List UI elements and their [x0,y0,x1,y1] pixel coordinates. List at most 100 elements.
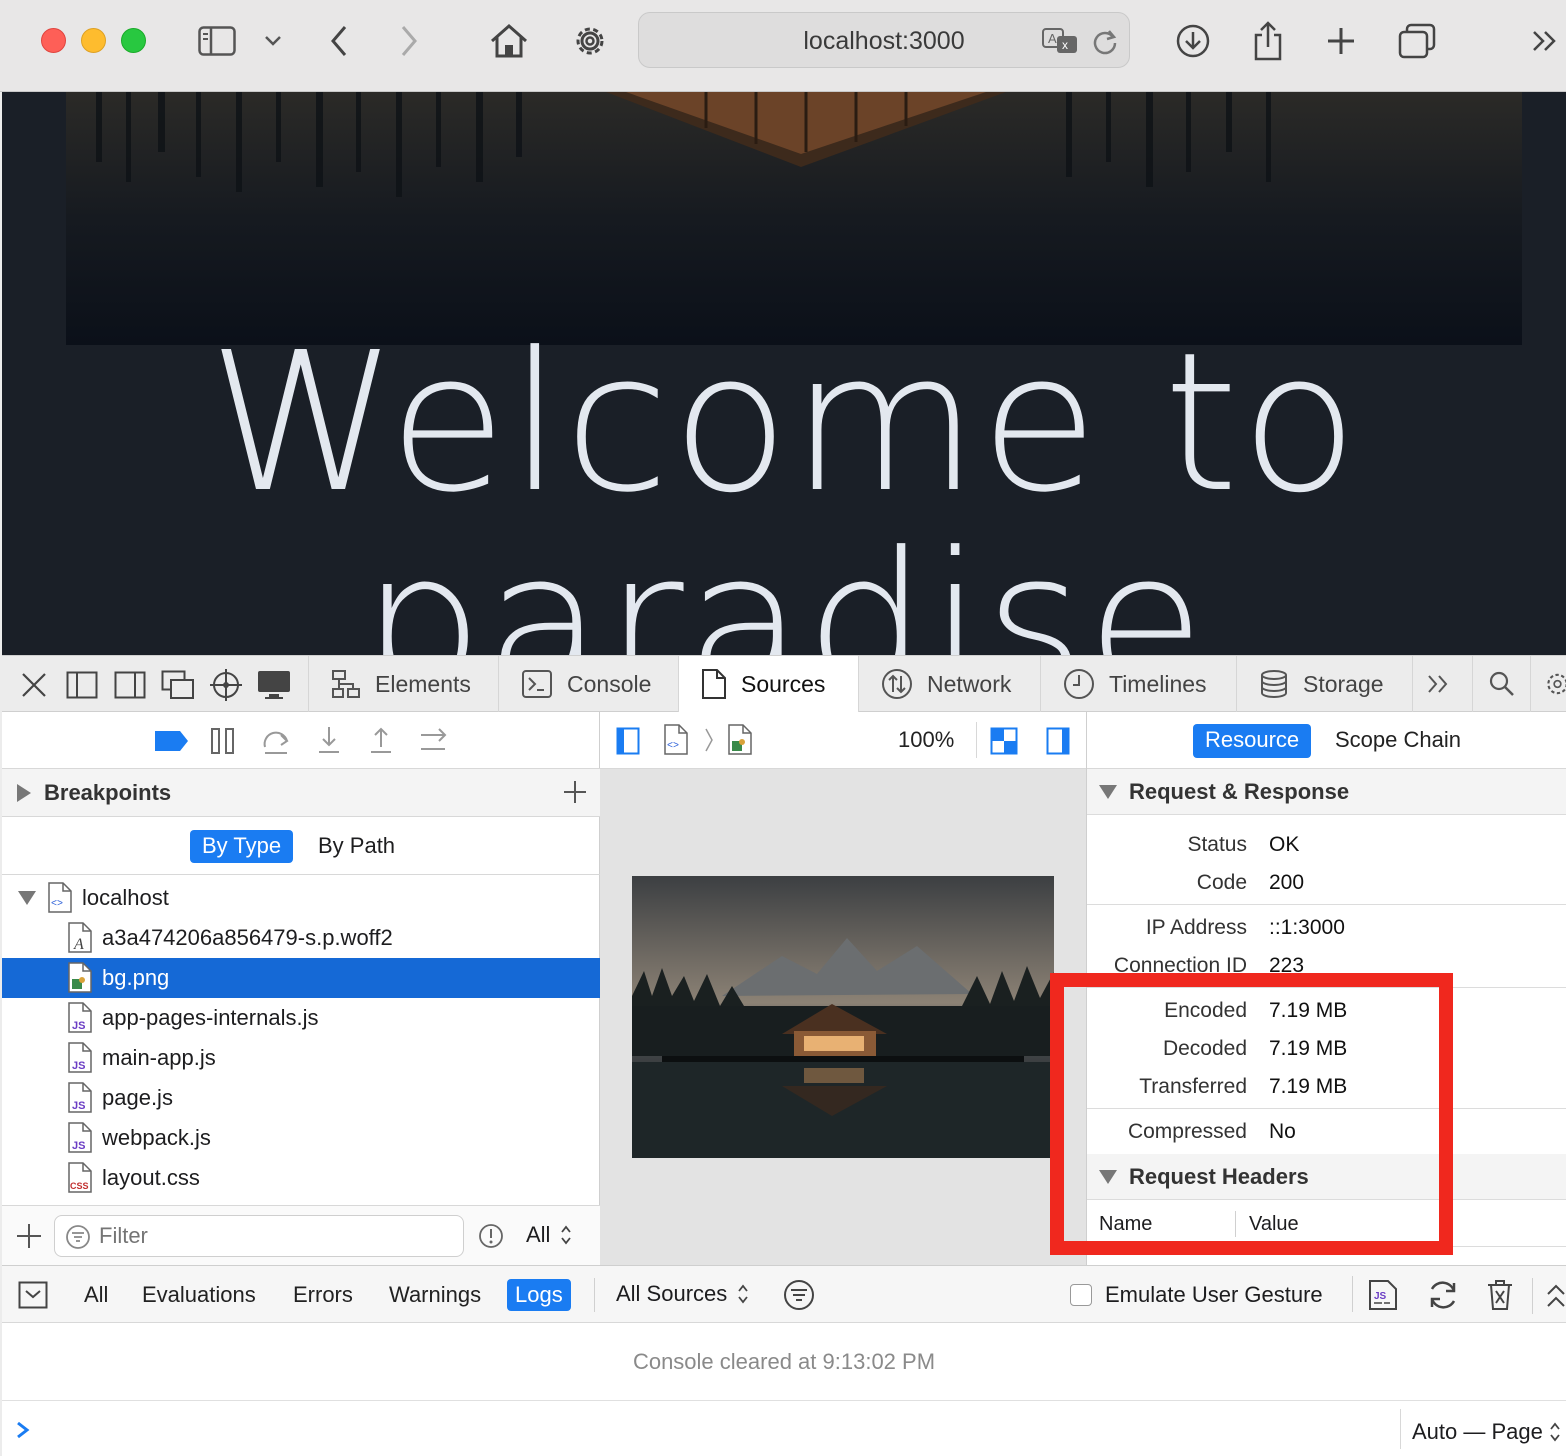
request-response-header[interactable]: Request & Response [1087,769,1566,815]
web-page-viewport: Welcome to paradise [2,92,1566,655]
toggle-sidebar-icon[interactable] [1046,727,1070,755]
svg-text:CSS: CSS [70,1181,89,1191]
close-devtools-icon[interactable] [16,667,52,703]
download-icon[interactable] [1170,18,1216,64]
devtools-settings-button[interactable] [1530,656,1566,712]
status-row: Status OK [1087,826,1566,864]
transparency-grid-icon[interactable] [990,727,1018,755]
tree-root-localhost[interactable]: <> localhost [2,878,600,918]
file-row[interactable]: A a3a474206a856479-s.p.woff2 [2,918,600,958]
filter-errors[interactable]: Errors [285,1279,361,1311]
prompt-chevron-icon [16,1421,30,1439]
breakpoints-section-header[interactable]: Breakpoints [2,769,600,817]
preview-toolbar: <> 100% [600,712,1086,769]
filter-all[interactable]: All [76,1279,116,1311]
emulate-gesture-checkbox[interactable] [1070,1284,1092,1306]
chevron-up-icon[interactable] [1546,1284,1566,1308]
scope-select-value: All [526,1222,551,1247]
svg-text:JS: JS [72,1140,85,1152]
back-icon[interactable] [316,18,362,64]
by-type-button[interactable]: By Type [190,830,294,863]
sources-select[interactable]: All Sources [616,1281,749,1307]
breadcrumb-separator-icon [704,727,714,753]
dock-right-icon[interactable] [112,667,148,703]
file-row[interactable]: JS app-pages-internals.js [2,998,600,1038]
filter-logs[interactable]: Logs [507,1279,571,1311]
close-window-button[interactable] [41,28,66,53]
more-tabs-button[interactable] [1412,656,1472,712]
step-out-icon[interactable] [367,725,395,755]
new-tab-icon[interactable] [1318,18,1364,64]
font-file-icon: A [68,922,92,953]
chevron-down-icon[interactable] [250,18,296,64]
dock-left-icon[interactable] [64,667,100,703]
home-icon[interactable] [486,18,532,64]
filter-input[interactable] [99,1222,449,1250]
chevrons-right-icon [1428,675,1448,693]
file-row[interactable]: JS page.js [2,1078,600,1118]
tab-resource[interactable]: Resource [1193,724,1312,758]
ip-label: IP Address [1145,916,1247,939]
divider [1352,1276,1353,1312]
console-toggle-icon[interactable] [18,1281,48,1309]
translate-icon[interactable]: Ax [1041,27,1079,55]
console-filter-bar: All Evaluations Errors Warnings Logs All… [2,1265,1566,1323]
filter-icon[interactable] [782,1278,816,1312]
tab-scope-chain[interactable]: Scope Chain [1323,724,1473,757]
device-icon[interactable] [256,667,292,703]
refresh-icon[interactable] [1426,1279,1460,1311]
tab-console[interactable]: Console [498,656,678,712]
console-prompt[interactable]: Auto — Page [2,1401,1566,1456]
database-icon [1261,670,1287,698]
share-icon[interactable] [1245,18,1291,64]
file-row-selected[interactable]: bg.png [2,958,600,998]
zoom-window-button[interactable] [121,28,146,53]
tree-root-label: localhost [82,885,169,910]
add-icon[interactable] [16,1223,42,1249]
reload-icon[interactable] [1091,27,1119,55]
sidebar-tabs: Resource Scope Chain [1087,712,1566,769]
minimize-window-button[interactable] [81,28,106,53]
tab-overview-icon[interactable] [1394,18,1440,64]
forward-icon[interactable] [386,18,432,64]
tab-storage-label: Storage [1303,670,1384,697]
step-into-icon[interactable] [315,725,343,755]
filter-evaluations[interactable]: Evaluations [134,1279,264,1311]
file-row[interactable]: JS main-app.js [2,1038,600,1078]
tab-elements[interactable]: Elements [308,656,498,712]
js-file-icon: JS [68,1002,92,1033]
search-button[interactable] [1472,656,1530,712]
detach-window-icon[interactable] [160,667,196,703]
disclosure-right-icon[interactable] [16,784,32,802]
tab-network-label: Network [927,670,1012,697]
execution-context-select[interactable]: Auto — Page [1412,1419,1561,1445]
disclosure-down-icon[interactable] [1099,784,1117,800]
file-row[interactable]: CSS layout.css [2,1158,600,1198]
ip-value: ::1:3000 [1269,916,1345,939]
debugger-toolbar [2,712,600,769]
js-snippet-icon[interactable]: JS [1368,1279,1398,1311]
tab-sources[interactable]: Sources [678,656,858,712]
disclosure-down-icon[interactable] [18,890,36,906]
tab-timelines[interactable]: Timelines [1040,656,1236,712]
tab-storage[interactable]: Storage [1236,656,1412,712]
breakpoints-toggle-icon[interactable] [155,731,189,751]
toggle-navigator-icon[interactable] [616,727,640,755]
tab-network[interactable]: Network [858,656,1040,712]
crosshair-icon[interactable] [208,667,244,703]
add-breakpoint-icon[interactable] [563,780,587,804]
file-row[interactable]: JS webpack.js [2,1118,600,1158]
scope-select[interactable]: All [526,1222,572,1248]
by-path-button[interactable]: By Path [306,830,407,863]
sidebar-icon[interactable] [194,18,240,64]
pause-icon[interactable] [210,727,236,755]
more-icon[interactable] [1522,18,1566,64]
filter-field[interactable] [54,1215,464,1257]
filter-warnings[interactable]: Warnings [381,1279,489,1311]
step-icon[interactable] [419,727,449,755]
clear-console-icon[interactable] [1486,1279,1514,1311]
address-bar[interactable]: localhost:3000 Ax [638,12,1130,68]
warning-filter-icon[interactable] [478,1223,504,1249]
gear-icon[interactable] [567,18,613,64]
step-over-icon[interactable] [261,727,291,755]
